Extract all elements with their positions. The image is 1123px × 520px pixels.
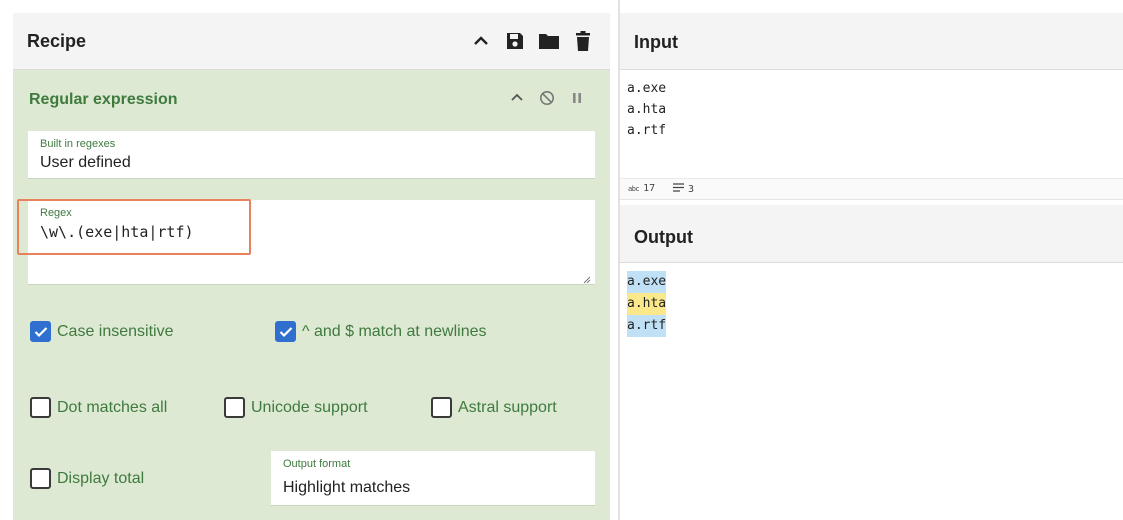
output-format-label: Output format xyxy=(283,458,351,470)
output-text-area[interactable]: a.exe a.hta a.rtf xyxy=(627,271,667,337)
multiline-checkbox[interactable]: ^ and $ match at newlines xyxy=(275,321,487,342)
regex-label: Regex xyxy=(40,207,72,219)
checkbox-checked-icon xyxy=(275,321,296,342)
input-header: Input xyxy=(620,13,1123,70)
output-match: a.rtf xyxy=(627,315,667,337)
checkbox-checked-icon xyxy=(30,321,51,342)
chevron-up-icon[interactable] xyxy=(470,30,492,52)
recipe-toolbar xyxy=(470,30,594,52)
astral-support-label: Astral support xyxy=(458,398,557,416)
resize-handle-icon[interactable] xyxy=(581,271,591,284)
save-icon[interactable] xyxy=(504,30,526,52)
checkbox-unchecked-icon xyxy=(30,397,51,418)
char-count: abc 17 xyxy=(628,183,656,194)
input-line: a.hta xyxy=(627,102,667,117)
display-total-label: Display total xyxy=(57,469,145,487)
trash-icon[interactable] xyxy=(572,30,594,52)
unicode-support-label: Unicode support xyxy=(251,398,368,416)
built-in-regexes-value: User defined xyxy=(40,154,131,171)
checkbox-unchecked-icon xyxy=(431,397,452,418)
astral-support-checkbox[interactable]: Astral support xyxy=(431,397,557,418)
display-total-checkbox[interactable]: Display total xyxy=(30,468,144,489)
unicode-support-checkbox[interactable]: Unicode support xyxy=(224,397,368,418)
output-header: Output xyxy=(620,205,1123,263)
input-status-bar: abc 17 3 xyxy=(620,178,1123,200)
output-format-value: Highlight matches xyxy=(283,479,411,496)
regex-input[interactable]: Regex \w\.(exe|hta|rtf) xyxy=(28,200,595,285)
folder-icon[interactable] xyxy=(538,30,560,52)
input-text-area[interactable]: a.exe a.hta a.rtf xyxy=(627,78,666,141)
checkbox-unchecked-icon xyxy=(224,397,245,418)
disable-icon[interactable] xyxy=(537,88,557,108)
built-in-regexes-select[interactable]: Built in regexes User defined xyxy=(28,131,595,179)
output-format-select[interactable]: Output format Highlight matches xyxy=(271,451,595,506)
operation-title: Regular expression xyxy=(29,91,178,108)
case-insensitive-checkbox[interactable]: Case insensitive xyxy=(30,321,174,342)
dot-matches-all-checkbox[interactable]: Dot matches all xyxy=(30,397,167,418)
regex-value: \w\.(exe|hta|rtf) xyxy=(40,223,194,241)
input-line: a.rtf xyxy=(627,123,667,138)
input-title: Input xyxy=(634,32,678,52)
output-match: a.exe xyxy=(627,271,667,293)
built-in-regexes-label: Built in regexes xyxy=(40,138,116,150)
output-match: a.hta xyxy=(627,293,667,315)
abc-icon: abc xyxy=(628,184,640,193)
recipe-pane: Recipe Regular expression Built in regex… xyxy=(13,13,610,520)
lines-icon xyxy=(673,183,684,195)
input-line: a.exe xyxy=(627,81,667,96)
recipe-header: Recipe xyxy=(13,13,610,70)
output-title: Output xyxy=(634,227,693,247)
recipe-title: Recipe xyxy=(27,31,87,51)
dot-matches-all-label: Dot matches all xyxy=(57,398,168,416)
multiline-label: ^ and $ match at newlines xyxy=(302,322,487,340)
line-count: 3 xyxy=(673,183,694,195)
operation-controls xyxy=(507,88,587,108)
case-insensitive-label: Case insensitive xyxy=(57,322,174,340)
pause-icon[interactable] xyxy=(567,88,587,108)
chevron-up-icon[interactable] xyxy=(507,88,527,108)
checkbox-unchecked-icon xyxy=(30,468,51,489)
